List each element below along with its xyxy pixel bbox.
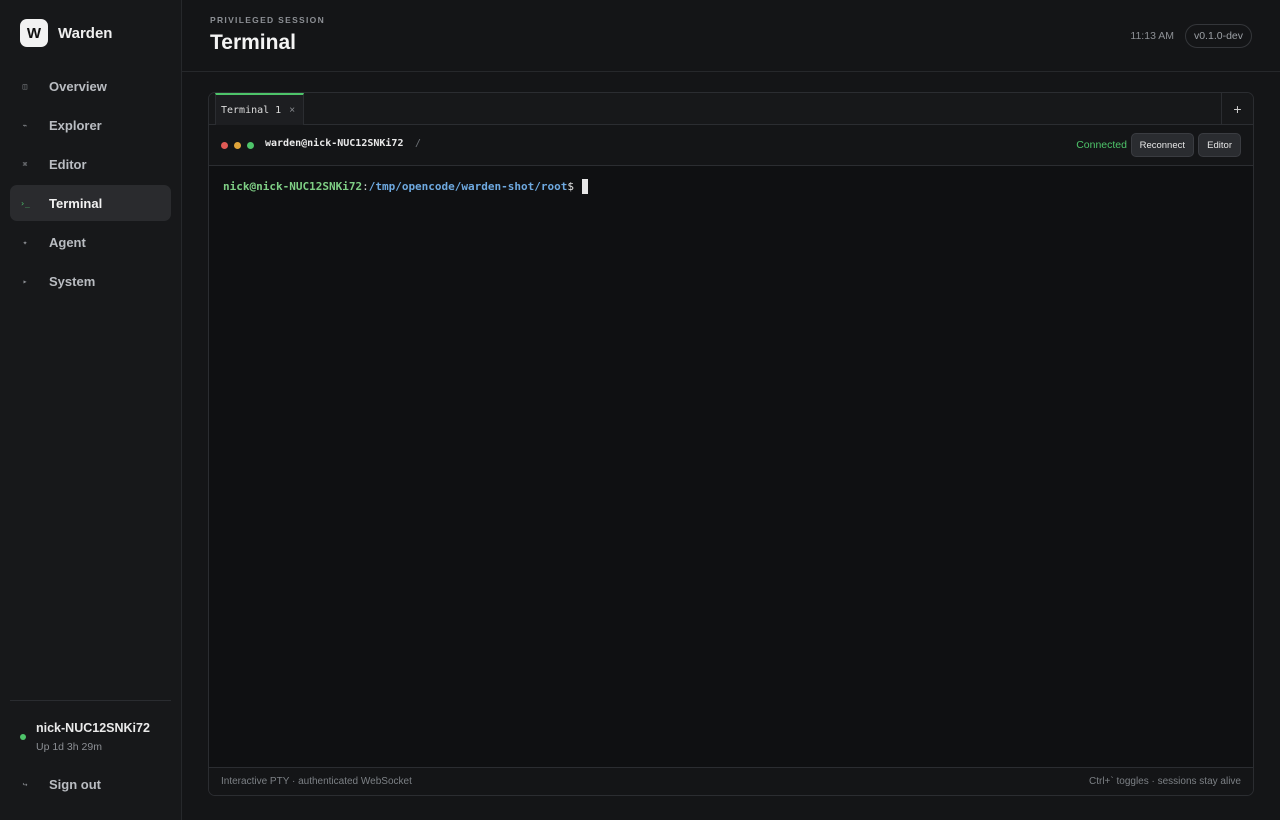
- page-eyebrow: PRIVILEGED SESSION: [210, 15, 326, 25]
- sidebar: W Warden ◫ Overview ⌁ Explorer ⌘ Editor …: [0, 0, 182, 820]
- tab-label: Terminal 1: [221, 104, 282, 116]
- session-path: /: [415, 138, 422, 149]
- reconnect-button[interactable]: Reconnect: [1130, 133, 1194, 157]
- terminal-tabbar: Terminal 1 × +: [209, 93, 1253, 125]
- sidebar-item-label: Editor: [49, 156, 87, 172]
- prompt-symbol: $: [567, 180, 575, 193]
- sidebar-item-terminal[interactable]: ›_ Terminal: [10, 185, 171, 221]
- session-user: warden@nick-NUC12SNKi72: [265, 138, 404, 149]
- prompt-line: nick@nick-NUC12SNKi72:/tmp/opencode/ward…: [223, 179, 1239, 194]
- sidebar-divider: [10, 700, 171, 701]
- plus-icon: +: [1233, 101, 1242, 117]
- add-tab-button[interactable]: +: [1221, 93, 1253, 125]
- window-dots: [221, 142, 254, 149]
- sidebar-item-explorer[interactable]: ⌁ Explorer: [10, 107, 171, 143]
- sign-out-button[interactable]: ↪ Sign out: [10, 766, 171, 802]
- session-infobar: warden@nick-NUC12SNKi72 / Connected Reco…: [209, 125, 1253, 166]
- footer-hint: Ctrl+` toggles · sessions stay alive: [1088, 776, 1241, 787]
- editor-button[interactable]: Editor: [1198, 133, 1241, 157]
- sidebar-item-system[interactable]: ▸ System: [10, 263, 171, 299]
- overview-icon: ◫: [22, 81, 28, 91]
- brand[interactable]: W Warden: [20, 18, 112, 48]
- host-name: nick-NUC12SNKi72: [36, 721, 150, 735]
- page-header: PRIVILEGED SESSION Terminal 11:13 AM v0.…: [182, 0, 1280, 72]
- brand-logo: W: [20, 19, 48, 47]
- prompt-path: /tmp/opencode/warden-shot/root: [368, 180, 568, 193]
- host-online-dot: [20, 734, 26, 740]
- version-badge: v0.1.0-dev: [1184, 24, 1252, 48]
- editor-icon: ⌘: [22, 159, 28, 169]
- sidebar-item-label: Overview: [49, 78, 107, 94]
- explorer-icon: ⌁: [22, 120, 28, 130]
- terminal-panel: Terminal 1 × + warden@nick-NUC12SNKi72 /…: [208, 92, 1254, 796]
- sidebar-item-label: Explorer: [49, 117, 102, 133]
- tab-terminal-1[interactable]: Terminal 1 ×: [215, 93, 305, 125]
- prompt-user-host: nick@nick-NUC12SNKi72: [223, 180, 363, 193]
- sign-out-icon: ↪: [22, 779, 28, 789]
- terminal-icon: ›_: [20, 198, 30, 208]
- sidebar-item-editor[interactable]: ⌘ Editor: [10, 146, 171, 182]
- green-dot-icon: [247, 142, 254, 149]
- close-icon[interactable]: ×: [289, 105, 295, 116]
- host-uptime: Up 1d 3h 29m: [36, 741, 102, 753]
- agent-icon: ✦: [22, 237, 28, 247]
- page-title: Terminal: [210, 31, 296, 54]
- sidebar-item-overview[interactable]: ◫ Overview: [10, 68, 171, 104]
- sidebar-item-label: Terminal: [49, 195, 103, 211]
- sign-out-label: Sign out: [49, 776, 101, 792]
- connection-status: Connected: [1076, 139, 1127, 151]
- system-icon: ▸: [22, 276, 28, 286]
- brand-name: Warden: [58, 24, 113, 42]
- sidebar-item-label: System: [49, 273, 96, 289]
- prompt-colon: :: [362, 180, 369, 193]
- terminal-footer: Interactive PTY · authenticated WebSocke…: [209, 767, 1253, 795]
- text-cursor: [582, 179, 589, 194]
- sidebar-nav: ◫ Overview ⌁ Explorer ⌘ Editor ›_ Termin…: [10, 68, 171, 302]
- sidebar-item-label: Agent: [49, 234, 86, 250]
- terminal-output[interactable]: nick@nick-NUC12SNKi72:/tmp/opencode/ward…: [209, 166, 1253, 768]
- yellow-dot-icon: [234, 142, 241, 149]
- footer-info: Interactive PTY · authenticated WebSocke…: [221, 776, 412, 787]
- sidebar-item-agent[interactable]: ✦ Agent: [10, 224, 171, 260]
- red-dot-icon: [221, 142, 228, 149]
- clock: 11:13 AM: [1130, 30, 1174, 42]
